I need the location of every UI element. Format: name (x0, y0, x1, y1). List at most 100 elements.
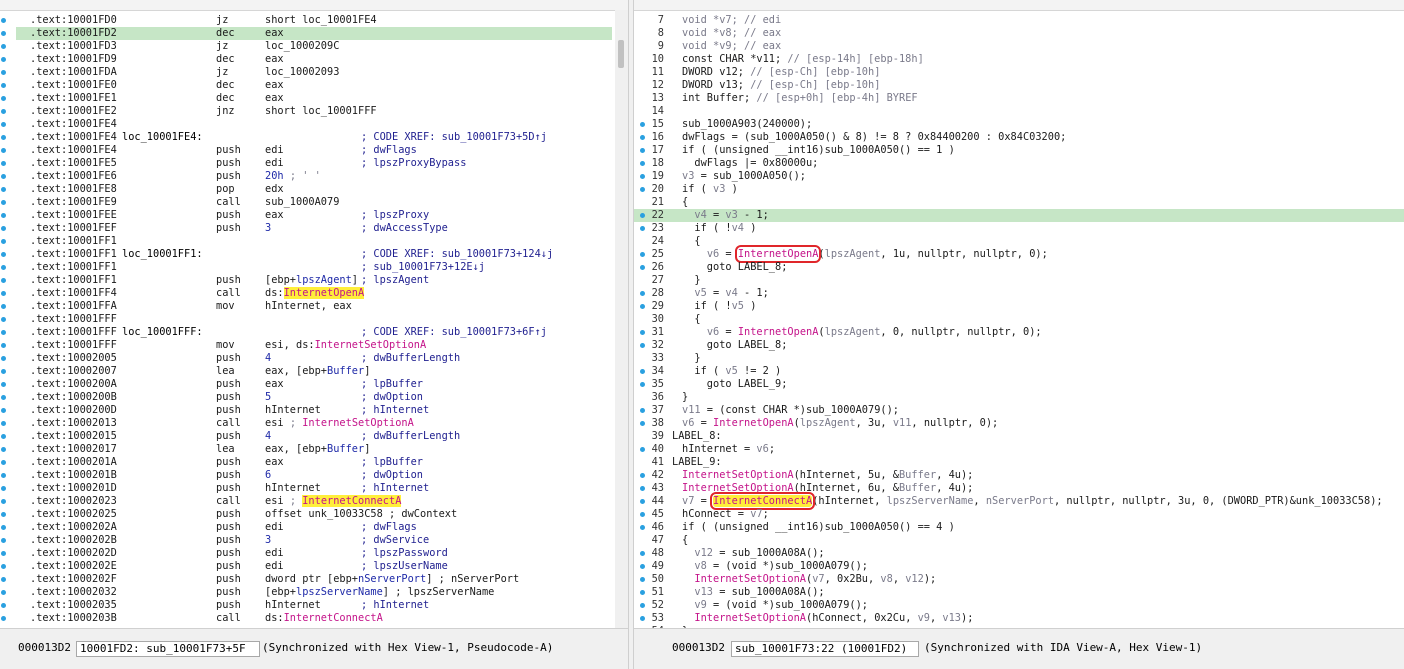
breakpoint-dot-icon[interactable] (1, 369, 6, 374)
breakpoint-dot-icon[interactable] (1, 356, 6, 361)
pseudocode-line[interactable]: 13 int Buffer; // [esp+0h] [ebp-4h] BYREF (634, 92, 1404, 105)
pseudocode-line[interactable]: 38 v6 = InternetOpenA(lpszAgent, 3u, v11,… (634, 417, 1404, 430)
asm-line[interactable]: .text:10002007 lea eax, [ebp+Buffer] (16, 365, 612, 378)
breakpoint-dot-icon[interactable] (1, 499, 6, 504)
breakpoint-dot-icon[interactable] (1, 239, 6, 244)
breakpoint-dot-icon[interactable] (1, 317, 6, 322)
asm-line[interactable]: .text:10001FEE push eax ; lpszProxy (16, 209, 612, 222)
breakpoint-dot-icon[interactable] (1, 330, 6, 335)
breakpoint-dot-icon[interactable] (1, 161, 6, 166)
breakpoint-dot-icon[interactable] (1, 408, 6, 413)
asm-line[interactable]: .text:10001FE4 loc_10001FE4: ; CODE XREF: … (16, 131, 612, 144)
breakpoint-dot-icon[interactable] (1, 538, 6, 543)
pseudocode-line[interactable]: 47 { (634, 534, 1404, 547)
asm-label[interactable]: loc_10001FFF: (122, 326, 203, 339)
breakpoint-dot-icon[interactable] (1, 187, 6, 192)
breakpoint-dot-icon[interactable] (1, 564, 6, 569)
pseudocode-line[interactable]: 50 InternetSetOptionA(v7, 0x2Bu, v8, v12… (634, 573, 1404, 586)
asm-line[interactable]: .text:10001FD3 jz loc_1000209C (16, 40, 612, 53)
asm-line[interactable]: .text:10002032 push [ebp+lpszServerName] ;… (16, 586, 612, 599)
breakpoint-dot-icon[interactable] (1, 603, 6, 608)
asm-line[interactable]: .text:1000200A push eax ; lpBuffer (16, 378, 612, 391)
pseudocode-line[interactable]: 52 v9 = (void *)sub_1000A079(); (634, 599, 1404, 612)
asm-line[interactable]: .text:1000202E push edi ; lpszUserName (16, 560, 612, 573)
breakpoint-dot-icon[interactable] (1, 590, 6, 595)
pseudocode-line[interactable]: 15 sub_1000A903(240000); (634, 118, 1404, 131)
asm-line[interactable]: .text:10001FFA mov hInternet, eax (16, 300, 612, 313)
ida-view-scroll-thumb[interactable] (618, 40, 624, 68)
ida-view-gutter[interactable] (0, 10, 12, 669)
asm-line[interactable]: .text:1000202B push 3 ; dwService (16, 534, 612, 547)
asm-line[interactable]: .text:1000202F push dword ptr [ebp+nServer… (16, 573, 612, 586)
asm-line[interactable]: .text:10001FE5 push edi ; lpszProxyBypass (16, 157, 612, 170)
asm-line[interactable]: .text:10001FF1 ; sub_10001F73+12E↓j (16, 261, 612, 274)
breakpoint-dot-icon[interactable] (1, 382, 6, 387)
asm-line[interactable]: .text:1000201A push eax ; lpBuffer (16, 456, 612, 469)
pseudocode-line[interactable]: 19 v3 = sub_1000A050(); (634, 170, 1404, 183)
code-token[interactable]: InternetSetOptionA (694, 573, 806, 585)
pseudocode-line[interactable]: 30 { (634, 313, 1404, 326)
asm-line[interactable]: .text:10001FEF push 3 ; dwAccessType (16, 222, 612, 235)
asm-operand-token[interactable]: InternetConnectA (284, 612, 383, 624)
pseudocode-line[interactable]: 31 v6 = InternetOpenA(lpszAgent, 0, null… (634, 326, 1404, 339)
asm-line[interactable]: .text:1000200B push 5 ; dwOption (16, 391, 612, 404)
pseudocode-line[interactable]: 46 if ( (unsigned __int16)sub_1000A050() … (634, 521, 1404, 534)
breakpoint-dot-icon[interactable] (1, 447, 6, 452)
code-token[interactable]: InternetSetOptionA (682, 469, 794, 481)
asm-line[interactable]: .text:10001FD9 dec eax (16, 53, 612, 66)
pseudocode-line[interactable]: 35 goto LABEL_9; (634, 378, 1404, 391)
pseudocode-line[interactable]: 37 v11 = (const CHAR *)sub_1000A079(); (634, 404, 1404, 417)
pseudocode-line[interactable]: 22 v4 = v3 - 1; (634, 209, 1404, 222)
breakpoint-dot-icon[interactable] (1, 291, 6, 296)
breakpoint-dot-icon[interactable] (1, 122, 6, 127)
pseudocode-line[interactable]: 51 v13 = sub_1000A08A(); (634, 586, 1404, 599)
asm-line[interactable]: .text:10001FDA jz loc_10002093 (16, 66, 612, 79)
asm-line[interactable]: .text:10001FF1 loc_10001FF1: ; CODE XREF: … (16, 248, 612, 261)
breakpoint-dot-icon[interactable] (1, 616, 6, 621)
asm-label[interactable]: loc_10001FE4: (122, 131, 203, 144)
breakpoint-dot-icon[interactable] (1, 434, 6, 439)
breakpoint-dot-icon[interactable] (1, 148, 6, 153)
breakpoint-dot-icon[interactable] (1, 174, 6, 179)
asm-line[interactable]: .text:10001FFF loc_10001FFF: ; CODE XREF: … (16, 326, 612, 339)
asm-line[interactable]: .text:10002013 call esi ; InternetSetOptio… (16, 417, 612, 430)
asm-operand-token[interactable]: InternetSetOptionA (302, 417, 414, 429)
breakpoint-dot-icon[interactable] (1, 135, 6, 140)
pseudocode-line[interactable]: 42 InternetSetOptionA(hInternet, 5u, &Buf… (634, 469, 1404, 482)
pseudocode-line[interactable]: 39 LABEL_8: (634, 430, 1404, 443)
asm-line[interactable]: .text:10001FD2 dec eax (16, 27, 612, 40)
pseudocode-line[interactable]: 12 DWORD v13; // [esp-Ch] [ebp-10h] (634, 79, 1404, 92)
pseudocode-line[interactable]: 29 if ( !v5 ) (634, 300, 1404, 313)
pseudocode-line[interactable]: 32 goto LABEL_8; (634, 339, 1404, 352)
pseudocode-line[interactable]: 9 void *v9; // eax (634, 40, 1404, 53)
asm-line[interactable]: .text:10002025 push offset unk_10033C58 ; … (16, 508, 612, 521)
breakpoint-dot-icon[interactable] (1, 421, 6, 426)
asm-line[interactable]: .text:10002035 push hInternet ; hInternet (16, 599, 612, 612)
asm-line[interactable]: .text:1000201D push hInternet ; hInternet (16, 482, 612, 495)
pseudocode-line[interactable]: 18 dwFlags |= 0x80000u; (634, 157, 1404, 170)
pseudocode-line[interactable]: 44 v7 = InternetConnectA(hInternet, lpszS… (634, 492, 1404, 510)
code-token[interactable]: InternetSetOptionA (694, 612, 806, 624)
breakpoint-dot-icon[interactable] (1, 18, 6, 23)
pseudocode-line[interactable]: 21 { (634, 196, 1404, 209)
ida-view-pane[interactable]: .text:10001FD0 jz short loc_10001FE4 .text:… (0, 0, 628, 669)
breakpoint-dot-icon[interactable] (1, 57, 6, 62)
pseudocode-line[interactable]: 33 } (634, 352, 1404, 365)
pseudocode-line[interactable]: 40 hInternet = v6; (634, 443, 1404, 456)
asm-line[interactable]: .text:10001FD0 jz short loc_10001FE4 (16, 14, 612, 27)
asm-line[interactable]: .text:10001FE8 pop edx (16, 183, 612, 196)
pseudocode-line[interactable]: 45 hConnect = v7; (634, 508, 1404, 521)
pseudocode-pane[interactable]: 7 void *v7; // edi 8 void *v8; // eax 9 void … (634, 0, 1404, 669)
pseudo-status-location[interactable]: sub_10001F73:22 (10001FD2) (731, 641, 919, 657)
breakpoint-dot-icon[interactable] (1, 109, 6, 114)
pseudocode-line[interactable]: 25 v6 = InternetOpenA(lpszAgent, 1u, nul… (634, 245, 1404, 263)
annotated-api-call[interactable]: InternetOpenA (734, 245, 822, 263)
ida-view-scrollbar[interactable] (615, 10, 628, 629)
asm-line[interactable]: .text:10001FF1 (16, 235, 612, 248)
pseudocode-line[interactable]: 27 } (634, 274, 1404, 287)
asm-line[interactable]: .text:10001FF1 push [ebp+lpszAgent]; lpszA… (16, 274, 612, 287)
asm-line[interactable]: .text:10002015 push 4 ; dwBufferLength (16, 430, 612, 443)
asm-operand-token[interactable]: InternetOpenA (283, 287, 365, 299)
pseudocode-line[interactable]: 10 const CHAR *v11; // [esp-14h] [ebp-18h… (634, 53, 1404, 66)
breakpoint-dot-icon[interactable] (1, 200, 6, 205)
